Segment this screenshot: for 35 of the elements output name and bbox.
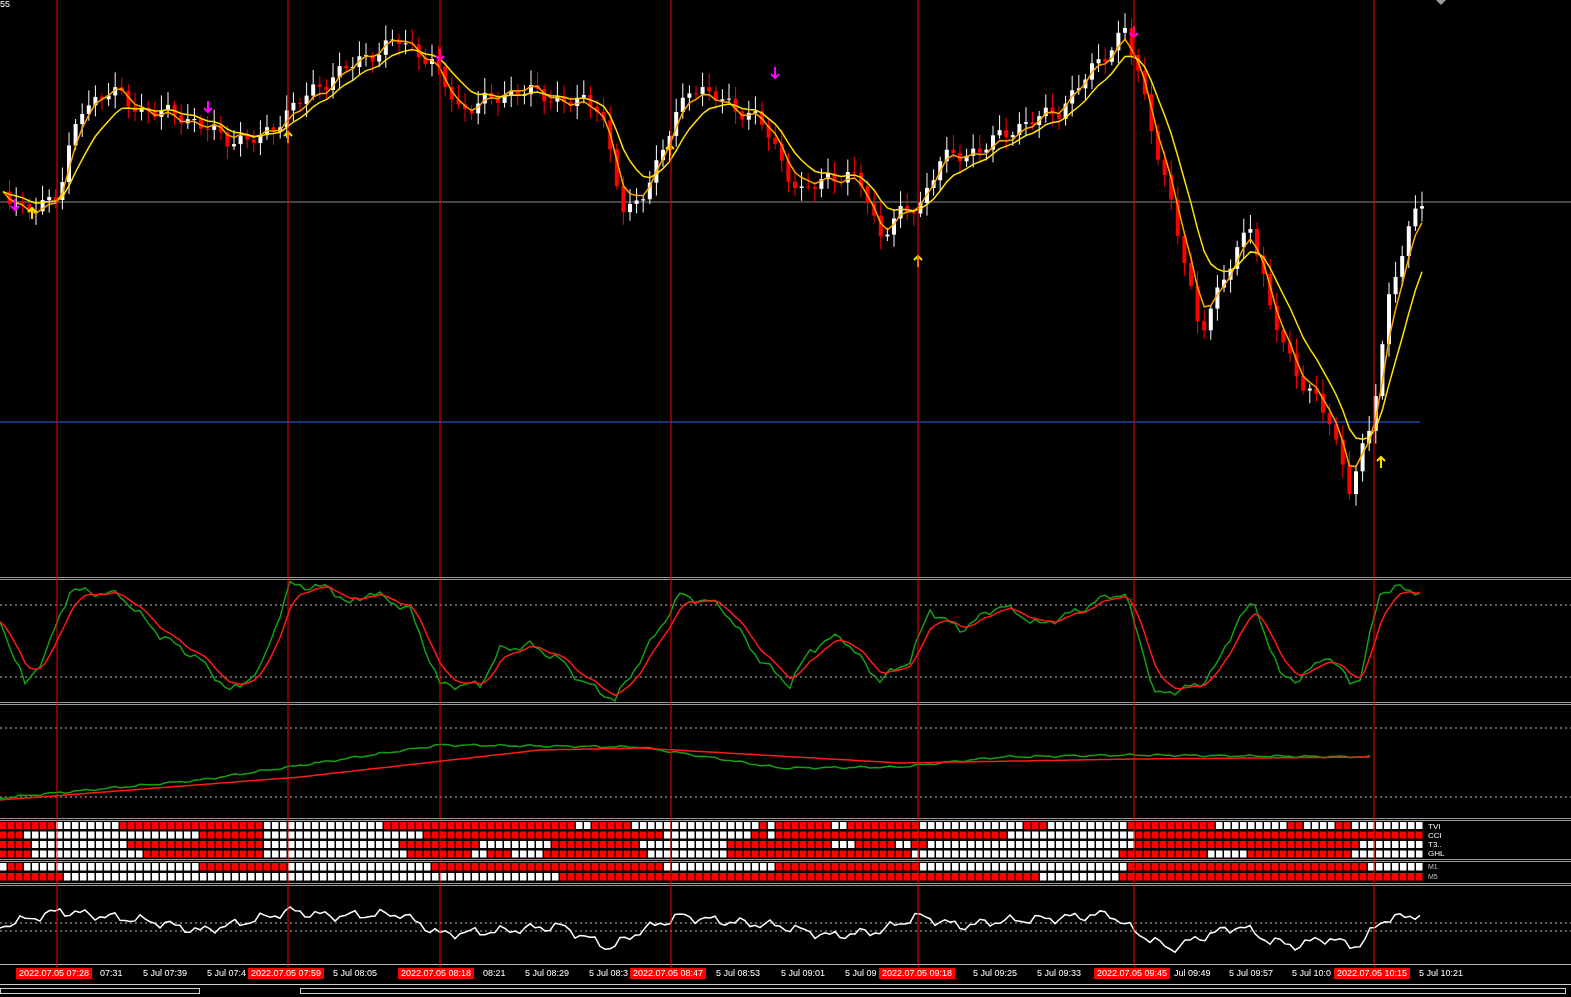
time-label: 5 Jul 07:39 bbox=[143, 968, 188, 979]
time-label: 08:21 bbox=[483, 968, 506, 979]
price-label: 55 bbox=[0, 0, 10, 9]
down-arrow-icon bbox=[770, 66, 780, 80]
time-label: 5 Jul 09:57 bbox=[1229, 968, 1274, 979]
time-label: 5 Jul 08:29 bbox=[525, 968, 570, 979]
time-label: 5 Jul 07:4 bbox=[207, 968, 247, 979]
up-arrow-icon bbox=[1376, 455, 1386, 469]
time-label: 5 Jul 09 bbox=[845, 968, 877, 979]
highlighted-time-label: 2022.07.05 07:28 bbox=[16, 968, 93, 979]
time-label: 5 Jul 10:0 bbox=[1292, 968, 1332, 979]
highlighted-time-label: 2022.07.05 09:18 bbox=[879, 968, 956, 979]
time-label: 5 Jul 08:05 bbox=[333, 968, 378, 979]
indicator-label: CCI bbox=[1428, 831, 1443, 840]
highlighted-time-label: 2022.07.05 09:45 bbox=[1094, 968, 1171, 979]
indicator-label: TVI bbox=[1428, 822, 1442, 831]
indicator-label: GHL bbox=[1428, 849, 1445, 858]
time-label: 5 Jul 09:33 bbox=[1037, 968, 1082, 979]
time-label: Jul 09:49 bbox=[1174, 968, 1211, 979]
highlighted-time-label: 2022.07.05 07:59 bbox=[248, 968, 325, 979]
highlighted-time-label: 2022.07.05 10:15 bbox=[1334, 968, 1411, 979]
time-label: 5 Jul 10:21 bbox=[1419, 968, 1464, 979]
up-arrow-icon bbox=[27, 206, 37, 220]
indicator-label: T3.. bbox=[1428, 840, 1443, 849]
time-label: 5 Jul 09:01 bbox=[781, 968, 826, 979]
down-arrow-icon bbox=[10, 198, 20, 212]
highlighted-time-label: 2022.07.05 08:18 bbox=[398, 968, 475, 979]
highlighted-time-label: 2022.07.05 08:47 bbox=[630, 968, 707, 979]
time-label: 07:31 bbox=[100, 968, 123, 979]
scroll-marker-icon bbox=[1436, 0, 1446, 5]
time-label: 5 Jul 09:25 bbox=[973, 968, 1018, 979]
time-label: 5 Jul 08:53 bbox=[716, 968, 761, 979]
time-label: 5 Jul 08:3 bbox=[589, 968, 629, 979]
up-arrow-icon bbox=[665, 143, 675, 157]
down-arrow-icon bbox=[203, 100, 213, 114]
